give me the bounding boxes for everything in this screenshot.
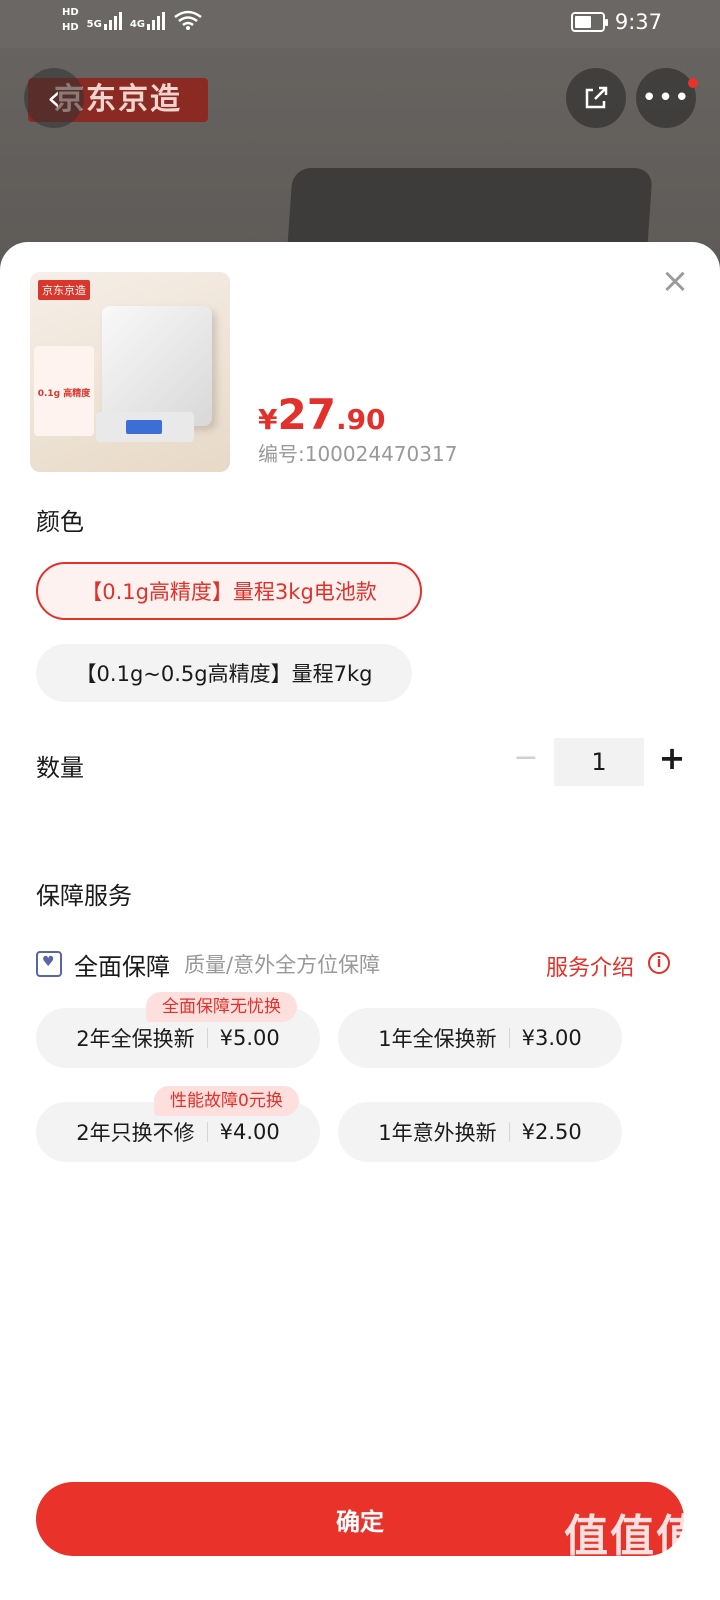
product-image-bg <box>283 168 653 248</box>
sku-number: 编号:100024470317 <box>258 442 458 466</box>
status-bar: HD HD 5G 4G 9:37 <box>0 0 720 48</box>
divider <box>206 1028 208 1048</box>
thumb-scale-screen <box>126 420 162 434</box>
notification-dot <box>688 78 698 88</box>
price: ¥27.90 <box>258 390 386 439</box>
back-arrow-icon: ‹ <box>46 77 62 119</box>
thumb-tag-text: 0.1g 高精度 <box>37 389 91 399</box>
quantity-increase-button[interactable]: + <box>658 742 686 774</box>
service-name: 1年意外换新 <box>378 1121 497 1145</box>
hd-label-2: HD <box>62 22 79 33</box>
battery-icon <box>570 12 608 32</box>
service-price: ¥4.00 <box>219 1120 280 1144</box>
divider <box>508 1028 510 1048</box>
price-integer: 27 <box>277 390 336 439</box>
service-name: 2年全保换新 <box>76 1027 195 1051</box>
quantity-decrease-button[interactable]: − <box>512 743 540 773</box>
color-section-title: 颜色 <box>36 508 84 536</box>
guarantee-shield-icon <box>36 951 62 977</box>
signal-4g-icon: 4G <box>129 10 166 30</box>
service-option-1yr-accident[interactable]: 1年意外换新 ¥2.50 <box>338 1102 622 1162</box>
signal-5g-icon: 5G <box>87 10 122 30</box>
service-badge: 全面保障无忧换 <box>146 992 297 1022</box>
price-symbol: ¥ <box>258 403 278 436</box>
share-icon <box>585 86 608 109</box>
product-page-background: 京东京造 ‹ ••• <box>0 48 720 248</box>
product-thumbnail[interactable]: 0.1g 高精度 京东京造 <box>30 272 230 472</box>
hd-label-1: HD <box>62 7 79 18</box>
net-label-5g: 5G <box>86 19 102 30</box>
service-price: ¥5.00 <box>219 1026 280 1050</box>
service-option-1yr-full[interactable]: 1年全保换新 ¥3.00 <box>338 1008 622 1068</box>
watermark-url: zhizhizhi.com <box>585 1568 700 1588</box>
info-icon[interactable]: i <box>648 952 670 974</box>
service-price: ¥2.50 <box>521 1120 582 1144</box>
thumb-brand-logo: 京东京造 <box>38 280 90 300</box>
status-right: 9:37 <box>570 10 662 34</box>
guarantee-subtitle: 质量/意外全方位保障 <box>184 953 381 977</box>
guarantee-header: 全面保障 质量/意外全方位保障 服务介绍 i <box>36 946 686 982</box>
quantity-section-title: 数量 <box>36 754 84 782</box>
watermark: 值值值 <box>564 1511 702 1562</box>
net-label-4g: 4G <box>129 19 146 30</box>
price-decimal: .90 <box>335 403 386 436</box>
network-indicators: HD HD 5G 4G <box>62 6 203 34</box>
more-dots-icon: ••• <box>641 83 691 113</box>
service-section-title: 保障服务 <box>36 882 132 910</box>
more-button[interactable]: ••• <box>636 68 696 128</box>
divider <box>206 1122 208 1142</box>
service-intro-link[interactable]: 服务介绍 <box>546 950 634 982</box>
back-button[interactable]: ‹ <box>24 68 84 128</box>
share-button[interactable] <box>566 68 626 128</box>
clock: 9:37 <box>614 10 662 34</box>
thumb-promo-tag: 0.1g 高精度 <box>34 346 94 436</box>
service-badge: 性能故障0元换 <box>154 1086 299 1116</box>
color-option-label: 【0.1g~0.5g高精度】量程7kg <box>75 662 373 686</box>
divider <box>508 1122 510 1142</box>
sku-selection-sheet: × 0.1g 高精度 京东京造 ¥27.90 编号:100024470317 颜… <box>0 242 720 1600</box>
service-name: 1年全保换新 <box>378 1027 497 1051</box>
color-option-7kg[interactable]: 【0.1g~0.5g高精度】量程7kg <box>36 644 412 702</box>
service-name: 2年只换不修 <box>76 1121 195 1145</box>
color-option-label: 【0.1g高精度】量程3kg电池款 <box>81 580 377 604</box>
hd-indicator: HD HD <box>62 6 79 34</box>
thumb-scale-plate <box>102 306 212 426</box>
close-icon[interactable]: × <box>660 264 690 298</box>
service-price: ¥3.00 <box>521 1026 582 1050</box>
guarantee-title: 全面保障 <box>74 952 170 981</box>
quantity-input[interactable]: 1 <box>554 738 644 786</box>
color-option-3kg[interactable]: 【0.1g高精度】量程3kg电池款 <box>36 562 422 620</box>
wifi-icon <box>174 10 202 30</box>
